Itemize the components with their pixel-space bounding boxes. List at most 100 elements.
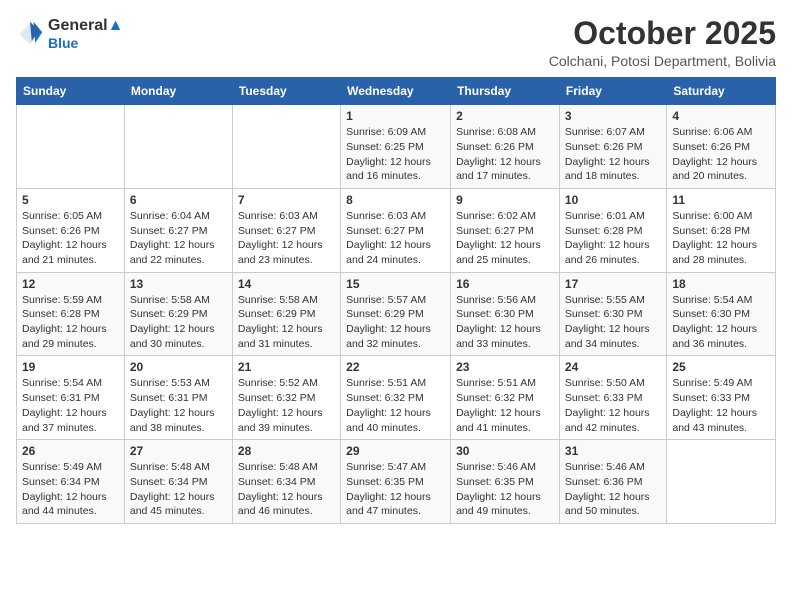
day-info: Sunrise: 6:05 AMSunset: 6:26 PMDaylight:… [22, 209, 119, 268]
calendar-cell: 20 Sunrise: 5:53 AMSunset: 6:31 PMDayligh… [124, 356, 232, 440]
calendar-cell: 6 Sunrise: 6:04 AMSunset: 6:27 PMDaylight… [124, 188, 232, 272]
calendar-cell: 31 Sunrise: 5:46 AMSunset: 6:36 PMDayligh… [559, 440, 666, 524]
calendar-cell: 25 Sunrise: 5:49 AMSunset: 6:33 PMDayligh… [667, 356, 776, 440]
day-number: 19 [22, 360, 119, 374]
calendar-cell: 8 Sunrise: 6:03 AMSunset: 6:27 PMDaylight… [341, 188, 451, 272]
day-info: Sunrise: 5:52 AMSunset: 6:32 PMDaylight:… [238, 376, 335, 435]
day-info: Sunrise: 5:50 AMSunset: 6:33 PMDaylight:… [565, 376, 661, 435]
calendar-week-row: 5 Sunrise: 6:05 AMSunset: 6:26 PMDaylight… [17, 188, 776, 272]
calendar-cell [232, 105, 340, 189]
day-number: 3 [565, 109, 661, 123]
calendar-cell: 27 Sunrise: 5:48 AMSunset: 6:34 PMDayligh… [124, 440, 232, 524]
calendar-cell: 18 Sunrise: 5:54 AMSunset: 6:30 PMDayligh… [667, 272, 776, 356]
calendar-header-row: SundayMondayTuesdayWednesdayThursdayFrid… [17, 78, 776, 105]
day-number: 14 [238, 277, 335, 291]
calendar-cell: 13 Sunrise: 5:58 AMSunset: 6:29 PMDayligh… [124, 272, 232, 356]
day-info: Sunrise: 6:01 AMSunset: 6:28 PMDaylight:… [565, 209, 661, 268]
day-info: Sunrise: 5:58 AMSunset: 6:29 PMDaylight:… [130, 293, 227, 352]
day-number: 16 [456, 277, 554, 291]
day-number: 22 [346, 360, 445, 374]
header-wednesday: Wednesday [341, 78, 451, 105]
day-info: Sunrise: 5:54 AMSunset: 6:30 PMDaylight:… [672, 293, 770, 352]
day-number: 12 [22, 277, 119, 291]
day-info: Sunrise: 5:58 AMSunset: 6:29 PMDaylight:… [238, 293, 335, 352]
calendar-cell: 17Sunrise: 5:55 AMSunset: 6:30 PMDayligh… [559, 272, 666, 356]
day-number: 13 [130, 277, 227, 291]
calendar-cell: 29Sunrise: 5:47 AMSunset: 6:35 PMDayligh… [341, 440, 451, 524]
day-number: 23 [456, 360, 554, 374]
title-block: October 2025 Colchani, Potosi Department… [549, 16, 776, 69]
day-info: Sunrise: 6:06 AMSunset: 6:26 PMDaylight:… [672, 125, 770, 184]
day-info: Sunrise: 5:48 AMSunset: 6:34 PMDaylight:… [130, 460, 227, 519]
calendar-cell: 19 Sunrise: 5:54 AMSunset: 6:31 PMDayligh… [17, 356, 125, 440]
day-number: 11 [672, 193, 770, 207]
day-number: 8 [346, 193, 445, 207]
day-info: Sunrise: 5:59 AMSunset: 6:28 PMDaylight:… [22, 293, 119, 352]
day-info: Sunrise: 6:00 AMSunset: 6:28 PMDaylight:… [672, 209, 770, 268]
day-number: 29 [346, 444, 445, 458]
header-thursday: Thursday [451, 78, 560, 105]
day-info: Sunrise: 6:09 AMSunset: 6:25 PMDaylight:… [346, 125, 445, 184]
header-monday: Monday [124, 78, 232, 105]
day-number: 15 [346, 277, 445, 291]
day-number: 27 [130, 444, 227, 458]
day-info: Sunrise: 6:03 AMSunset: 6:27 PMDaylight:… [346, 209, 445, 268]
day-info: Sunrise: 6:07 AMSunset: 6:26 PMDaylight:… [565, 125, 661, 184]
calendar-cell: 7 Sunrise: 6:03 AMSunset: 6:27 PMDaylight… [232, 188, 340, 272]
calendar-cell: 28 Sunrise: 5:48 AMSunset: 6:34 PMDayligh… [232, 440, 340, 524]
calendar-week-row: 1Sunrise: 6:09 AMSunset: 6:25 PMDaylight… [17, 105, 776, 189]
day-number: 6 [130, 193, 227, 207]
day-info: Sunrise: 5:46 AMSunset: 6:36 PMDaylight:… [565, 460, 661, 519]
day-number: 30 [456, 444, 554, 458]
calendar-cell: 23 Sunrise: 5:51 AMSunset: 6:32 PMDayligh… [451, 356, 560, 440]
calendar-cell: 9Sunrise: 6:02 AMSunset: 6:27 PMDaylight… [451, 188, 560, 272]
calendar-cell: 5 Sunrise: 6:05 AMSunset: 6:26 PMDaylight… [17, 188, 125, 272]
day-info: Sunrise: 5:51 AMSunset: 6:32 PMDaylight:… [456, 376, 554, 435]
calendar-cell: 16 Sunrise: 5:56 AMSunset: 6:30 PMDayligh… [451, 272, 560, 356]
day-number: 31 [565, 444, 661, 458]
day-info: Sunrise: 5:49 AMSunset: 6:33 PMDaylight:… [672, 376, 770, 435]
day-info: Sunrise: 5:48 AMSunset: 6:34 PMDaylight:… [238, 460, 335, 519]
calendar-cell: 1Sunrise: 6:09 AMSunset: 6:25 PMDaylight… [341, 105, 451, 189]
calendar-table: SundayMondayTuesdayWednesdayThursdayFrid… [16, 77, 776, 524]
calendar-cell: 2Sunrise: 6:08 AMSunset: 6:26 PMDaylight… [451, 105, 560, 189]
day-number: 25 [672, 360, 770, 374]
calendar-cell: 30Sunrise: 5:46 AMSunset: 6:35 PMDayligh… [451, 440, 560, 524]
location-subtitle: Colchani, Potosi Department, Bolivia [549, 53, 776, 69]
calendar-cell: 21 Sunrise: 5:52 AMSunset: 6:32 PMDayligh… [232, 356, 340, 440]
header-sunday: Sunday [17, 78, 125, 105]
day-number: 18 [672, 277, 770, 291]
calendar-cell: 14 Sunrise: 5:58 AMSunset: 6:29 PMDayligh… [232, 272, 340, 356]
day-info: Sunrise: 5:57 AMSunset: 6:29 PMDaylight:… [346, 293, 445, 352]
day-number: 21 [238, 360, 335, 374]
day-number: 28 [238, 444, 335, 458]
day-info: Sunrise: 5:53 AMSunset: 6:31 PMDaylight:… [130, 376, 227, 435]
logo-icon [16, 20, 44, 48]
calendar-cell: 24 Sunrise: 5:50 AMSunset: 6:33 PMDayligh… [559, 356, 666, 440]
day-number: 20 [130, 360, 227, 374]
logo: General▲ Blue [16, 16, 123, 52]
day-number: 5 [22, 193, 119, 207]
day-info: Sunrise: 5:54 AMSunset: 6:31 PMDaylight:… [22, 376, 119, 435]
calendar-cell: 11 Sunrise: 6:00 AMSunset: 6:28 PMDayligh… [667, 188, 776, 272]
day-info: Sunrise: 5:56 AMSunset: 6:30 PMDaylight:… [456, 293, 554, 352]
calendar-cell: 12 Sunrise: 5:59 AMSunset: 6:28 PMDayligh… [17, 272, 125, 356]
header-friday: Friday [559, 78, 666, 105]
day-number: 24 [565, 360, 661, 374]
day-number: 10 [565, 193, 661, 207]
day-info: Sunrise: 6:03 AMSunset: 6:27 PMDaylight:… [238, 209, 335, 268]
calendar-week-row: 26Sunrise: 5:49 AMSunset: 6:34 PMDayligh… [17, 440, 776, 524]
header-saturday: Saturday [667, 78, 776, 105]
month-title: October 2025 [549, 16, 776, 51]
calendar-cell [667, 440, 776, 524]
day-info: Sunrise: 6:04 AMSunset: 6:27 PMDaylight:… [130, 209, 227, 268]
calendar-cell: 3 Sunrise: 6:07 AMSunset: 6:26 PMDaylight… [559, 105, 666, 189]
day-number: 2 [456, 109, 554, 123]
calendar-cell [17, 105, 125, 189]
calendar-cell [124, 105, 232, 189]
day-info: Sunrise: 5:51 AMSunset: 6:32 PMDaylight:… [346, 376, 445, 435]
day-number: 7 [238, 193, 335, 207]
header-tuesday: Tuesday [232, 78, 340, 105]
calendar-week-row: 12 Sunrise: 5:59 AMSunset: 6:28 PMDayligh… [17, 272, 776, 356]
day-info: Sunrise: 6:02 AMSunset: 6:27 PMDaylight:… [456, 209, 554, 268]
